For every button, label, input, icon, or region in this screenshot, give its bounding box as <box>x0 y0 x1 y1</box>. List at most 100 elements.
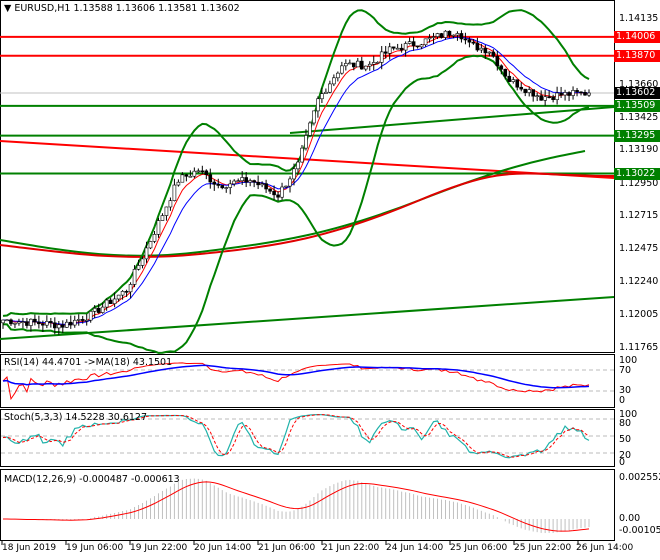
candle-body <box>503 68 508 77</box>
candle-body <box>268 188 272 192</box>
current-price-tag: 1.13602 <box>614 86 660 99</box>
candle-body <box>359 60 364 70</box>
symbol-label: EURUSD,H1 <box>14 3 71 14</box>
candle-body <box>519 86 524 90</box>
candle-body <box>45 321 49 326</box>
candle-body <box>57 324 61 329</box>
ohlc-values: 1.13588 1.13606 1.13581 1.13602 <box>73 3 240 14</box>
candle-body <box>124 291 129 293</box>
macd-signal-line <box>2 481 590 532</box>
candle-body <box>128 284 133 293</box>
candle-body <box>403 43 408 51</box>
candle-body <box>212 181 217 185</box>
time-label: 20 Jun 14:00 <box>194 543 252 553</box>
candle-body <box>264 183 268 190</box>
candle-body <box>168 200 173 208</box>
candle-body <box>304 135 308 149</box>
candle-body <box>363 65 368 70</box>
macd-tick: 0.002552 <box>619 472 660 483</box>
candle-body <box>352 62 356 68</box>
candle-body <box>451 34 456 37</box>
candle-body <box>423 38 428 46</box>
candle-body <box>156 220 161 235</box>
candle-body <box>419 44 424 48</box>
candle-body <box>188 175 193 178</box>
price-tick: 1.14135 <box>619 13 659 24</box>
candle-body <box>292 168 296 180</box>
candle-body <box>559 92 563 96</box>
collapse-triangle-icon[interactable]: ▼ <box>4 3 11 14</box>
candle-body <box>252 180 256 183</box>
candle-body <box>256 181 260 186</box>
candle-body <box>320 93 324 100</box>
candle-body <box>136 265 141 270</box>
candle-body <box>527 89 532 93</box>
candle-body <box>164 206 169 216</box>
candle-body <box>220 185 225 189</box>
candle-body <box>92 307 97 312</box>
candle-body <box>475 42 480 51</box>
candle-body <box>443 30 448 38</box>
candle-body <box>336 72 340 79</box>
candle-body <box>483 47 488 54</box>
candle-body <box>387 46 392 54</box>
candle-body <box>13 322 17 325</box>
price-tick: 1.12715 <box>619 210 659 222</box>
macd-tick: -0.001059 <box>619 525 660 536</box>
mt4-chart-window[interactable]: ▼ EURUSD,H1 1.13588 1.13606 1.13581 1.13… <box>0 0 660 560</box>
candle-body <box>543 96 547 101</box>
candle-body <box>340 65 344 74</box>
price-tick: 1.12240 <box>619 276 659 288</box>
candle-body <box>100 306 105 313</box>
candle-body <box>224 187 229 189</box>
candle-body <box>216 184 221 186</box>
candle-body <box>435 33 440 37</box>
candle-body <box>96 307 101 313</box>
level-price-tag: 1.13295 <box>614 129 660 142</box>
candle-body <box>344 63 348 67</box>
level-price-tag: 1.13870 <box>614 49 660 62</box>
candle-body <box>120 291 125 296</box>
candle-body <box>104 299 109 308</box>
candle-body <box>499 65 504 70</box>
bollinger-lower <box>2 54 590 354</box>
rsi-tick: 70 <box>619 365 632 376</box>
candle-body <box>80 319 85 321</box>
candle-body <box>200 170 205 173</box>
candle-body <box>411 41 416 47</box>
time-label: 19 Jun 22:00 <box>130 543 188 553</box>
candle-body <box>431 36 436 38</box>
candle-body <box>25 321 29 326</box>
candle-body <box>280 186 284 198</box>
candle-body <box>180 174 185 183</box>
candle-body <box>49 321 53 324</box>
candle-body <box>367 63 372 67</box>
candle-body <box>379 51 384 63</box>
candle-body <box>296 161 300 170</box>
candle-body <box>391 46 396 49</box>
candle-body <box>288 178 292 187</box>
candle-body <box>399 47 404 51</box>
rsi-ma-line <box>2 364 590 389</box>
candle-body <box>236 180 240 182</box>
candle-body <box>132 268 137 285</box>
candle-body <box>60 324 65 328</box>
chart-header: ▼ EURUSD,H1 1.13588 1.13606 1.13581 1.13… <box>4 3 240 14</box>
candle-body <box>395 47 400 50</box>
candle-body <box>371 62 376 65</box>
candle-body <box>29 318 33 326</box>
candle-body <box>64 321 69 328</box>
candle-body <box>427 37 432 40</box>
candle-body <box>459 33 464 40</box>
candle-body <box>535 95 539 97</box>
candle-body <box>355 60 360 68</box>
candle-body <box>316 98 320 112</box>
time-label: 25 Jun 06:00 <box>450 543 508 553</box>
candle-body <box>240 177 244 181</box>
macd-tick: 0.00 <box>619 513 641 524</box>
candle-body <box>260 183 264 186</box>
candle-body <box>184 174 189 177</box>
candle-body <box>68 321 73 326</box>
candle-body <box>348 62 352 65</box>
time-label: 21 Jun 06:00 <box>258 543 316 553</box>
